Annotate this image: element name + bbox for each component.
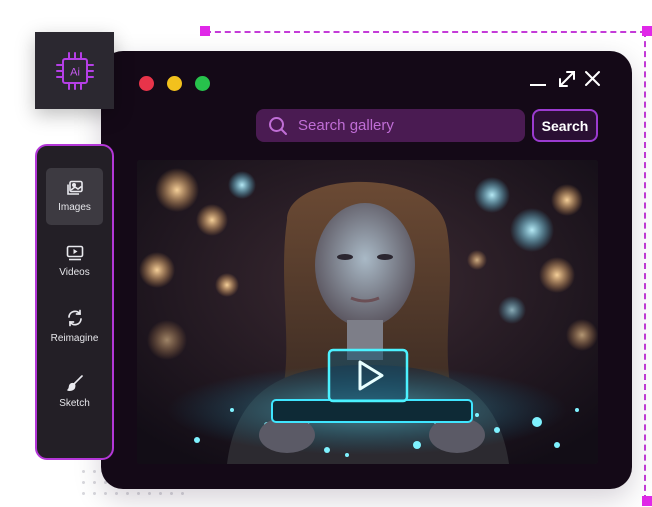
ai-chip-label: Ai xyxy=(70,66,80,78)
sidebar-item-label: Reimagine xyxy=(50,333,99,344)
zoom-dot[interactable] xyxy=(195,76,210,91)
sidebar-item-videos[interactable]: Videos xyxy=(46,233,103,290)
ai-chip-icon: Ai xyxy=(55,51,94,90)
sidebar-item-images[interactable]: Images xyxy=(46,168,103,225)
images-icon xyxy=(66,180,83,195)
sidebar-item-label: Videos xyxy=(59,267,90,278)
sidebar-item-label: Images xyxy=(58,202,91,213)
sidebar: Images Videos Reimagine Sketch xyxy=(35,144,114,460)
play-icon[interactable] xyxy=(327,348,409,403)
maximize-icon[interactable] xyxy=(556,68,578,90)
videos-icon xyxy=(66,245,83,261)
close-icon[interactable] xyxy=(582,68,604,90)
sketch-icon xyxy=(66,375,83,391)
search-button[interactable]: Search xyxy=(532,109,598,142)
sidebar-item-reimagine[interactable]: Reimagine xyxy=(46,298,103,355)
reimagine-icon xyxy=(67,309,82,327)
search-box[interactable] xyxy=(256,109,525,142)
sidebar-item-sketch[interactable]: Sketch xyxy=(46,363,103,420)
close-dot[interactable] xyxy=(139,76,154,91)
selection-handle-top-right[interactable] xyxy=(642,26,652,36)
hero-image xyxy=(137,160,598,464)
selection-handle-top-left[interactable] xyxy=(200,26,210,36)
minimize-dot[interactable] xyxy=(167,76,182,91)
ai-chip-badge: Ai xyxy=(35,32,114,109)
search-icon xyxy=(269,116,287,135)
search-input[interactable] xyxy=(298,117,518,134)
minimize-icon[interactable] xyxy=(528,68,550,90)
sidebar-item-label: Sketch xyxy=(59,398,90,409)
selection-handle-bottom-right[interactable] xyxy=(642,496,652,506)
